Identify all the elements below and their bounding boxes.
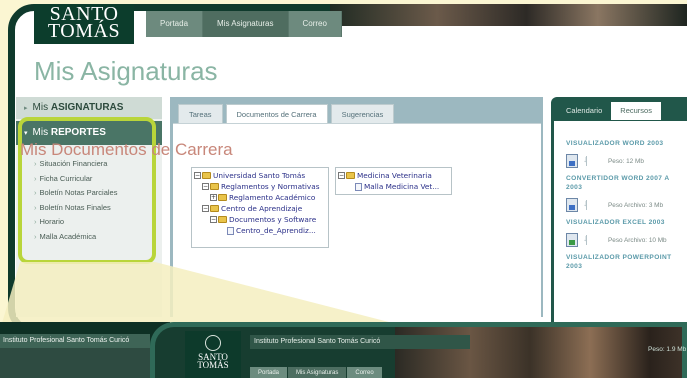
- institution-caption: Instituto Profesional Santo Tomás Curicó: [0, 334, 150, 348]
- logo: SANTO TOMÁS: [185, 331, 241, 378]
- top-nav: Portada Mis Asignaturas Correo: [250, 367, 383, 378]
- logo-line2: TOMÁS: [197, 360, 229, 370]
- nav-correo: Correo: [347, 367, 382, 378]
- institution-caption: Instituto Profesional Santo Tomás Curicó: [250, 335, 470, 349]
- page-canvas: SANTO TOMÁS Portada Mis Asignaturas Corr…: [0, 0, 687, 378]
- preview-main: SANTO TOMÁS Instituto Profesional Santo …: [150, 322, 687, 378]
- resource-size-overflow: Peso: 1.9 Mb: [648, 346, 687, 353]
- nav-mis-asignaturas: Mis Asignaturas: [288, 367, 347, 378]
- seal-icon: [205, 335, 221, 351]
- nav-portada: Portada: [250, 367, 288, 378]
- preview-left: Instituto Profesional Santo Tomás Curicó: [0, 322, 170, 378]
- preview-strip: [0, 348, 150, 378]
